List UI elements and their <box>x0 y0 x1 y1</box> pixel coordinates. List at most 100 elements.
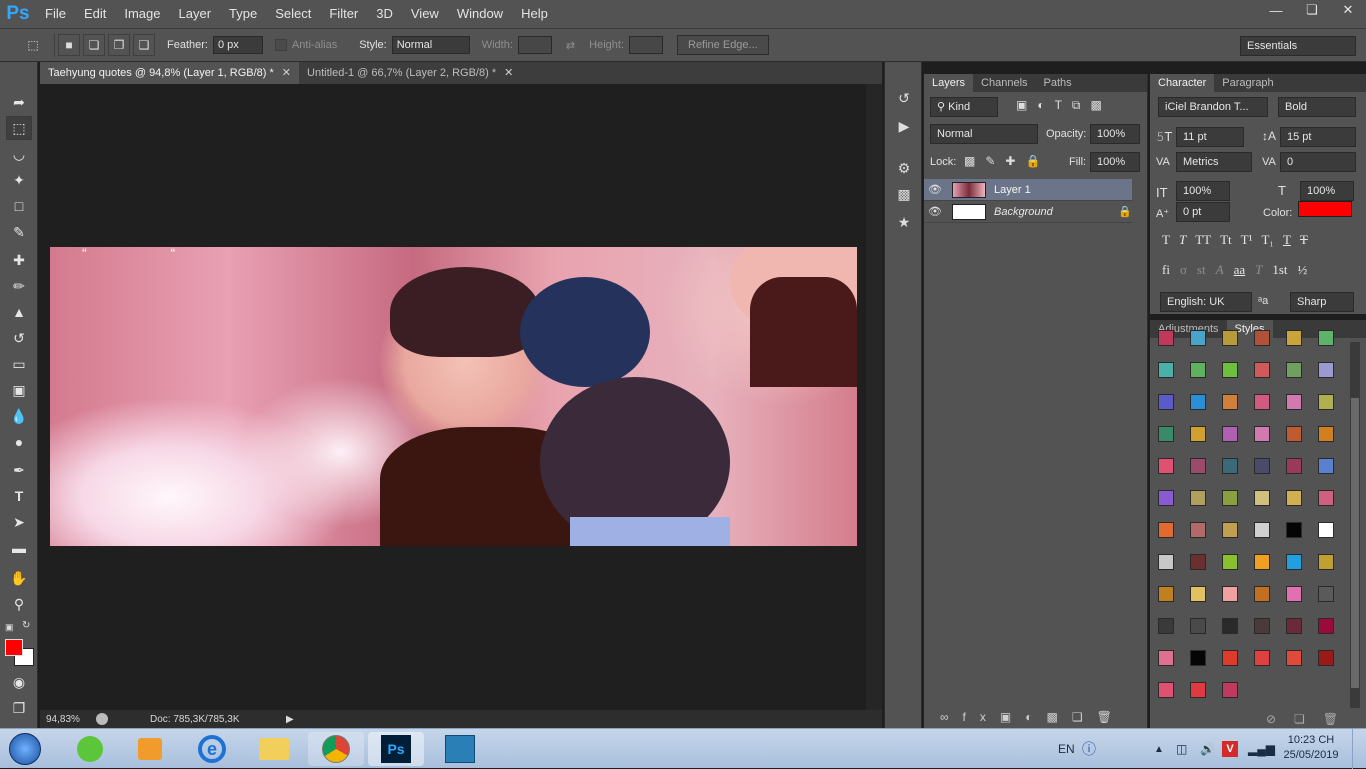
stylistic-alternates-button[interactable]: aa <box>1234 262 1246 278</box>
eraser-tool-icon[interactable]: ▭ <box>6 352 32 376</box>
subscript-button[interactable]: T₁ <box>1261 232 1273 248</box>
vertical-scrollbar[interactable] <box>866 84 882 710</box>
style-swatch[interactable] <box>1190 586 1206 602</box>
kerning-select[interactable]: Metrics <box>1176 152 1252 172</box>
style-swatch[interactable] <box>1254 522 1270 538</box>
style-swatch[interactable] <box>1254 394 1270 410</box>
styles-scrollbar[interactable] <box>1350 342 1360 708</box>
internet-explorer-icon[interactable]: e <box>184 732 240 766</box>
style-swatch[interactable] <box>1158 554 1174 570</box>
menu-file[interactable]: File <box>36 0 75 28</box>
style-swatch[interactable] <box>1222 682 1238 698</box>
quick-mask-icon[interactable]: ◉ <box>6 670 32 694</box>
screen-mode-icon[interactable]: ❐ <box>6 696 32 720</box>
lasso-tool-icon[interactable]: ◡ <box>6 142 32 166</box>
style-swatch[interactable] <box>1190 458 1206 474</box>
subtract-selection-icon[interactable]: ❐ <box>108 34 130 56</box>
volume-icon[interactable]: 🔊 <box>1200 729 1215 769</box>
marquee-tool-icon[interactable]: ⬚ <box>6 116 32 140</box>
style-swatch[interactable] <box>1190 330 1206 346</box>
style-swatch[interactable] <box>1254 490 1270 506</box>
path-selection-tool-icon[interactable]: ➤ <box>6 510 32 534</box>
style-swatch[interactable] <box>1222 330 1238 346</box>
blend-mode-select[interactable]: Normal <box>930 124 1038 144</box>
unikey-icon[interactable]: V <box>1222 729 1238 769</box>
marquee-tool-icon[interactable]: ⬚ <box>22 34 44 56</box>
layer-name[interactable]: Background <box>994 206 1053 218</box>
style-swatch[interactable] <box>1318 330 1334 346</box>
show-hidden-icons-icon[interactable]: ▲ <box>1154 729 1164 769</box>
brush-presets-icon[interactable]: ★ <box>892 210 916 234</box>
default-colors-icon[interactable]: ▣ <box>5 622 14 633</box>
style-swatch[interactable] <box>1286 458 1302 474</box>
menu-image[interactable]: Image <box>115 0 169 28</box>
file-explorer-icon[interactable] <box>246 732 302 766</box>
layer-footer-icons[interactable]: ∞fx▣◐▩❏🗑 <box>940 710 1126 724</box>
style-swatch[interactable] <box>1222 362 1238 378</box>
font-family-select[interactable]: iCiel Brandon T... <box>1158 97 1268 117</box>
swash-button[interactable]: st <box>1197 262 1206 278</box>
layer-row[interactable]: 👁 Background 🔒 <box>924 201 1132 223</box>
style-swatch[interactable] <box>1318 554 1334 570</box>
style-swatch[interactable] <box>1254 554 1270 570</box>
vertical-scale-input[interactable]: 100% <box>1176 181 1230 201</box>
style-swatch[interactable] <box>1254 586 1270 602</box>
menu-select[interactable]: Select <box>266 0 320 28</box>
swap-colors-icon[interactable]: ↻ <box>22 620 30 631</box>
style-swatch[interactable] <box>1286 522 1302 538</box>
underline-button[interactable]: T <box>1283 232 1291 248</box>
new-selection-icon[interactable]: ■ <box>58 34 80 56</box>
visibility-eye-icon[interactable]: 👁 <box>924 205 946 218</box>
style-swatch[interactable] <box>1190 490 1206 506</box>
style-swatch[interactable] <box>1254 458 1270 474</box>
style-swatch[interactable] <box>1222 650 1238 666</box>
font-style-select[interactable]: Bold <box>1278 97 1356 117</box>
style-swatch[interactable] <box>1318 426 1334 442</box>
style-swatch[interactable] <box>1190 650 1206 666</box>
help-icon[interactable]: ⓘ <box>1082 729 1096 769</box>
style-swatch[interactable] <box>1158 650 1174 666</box>
faux-italic-button[interactable]: T <box>1179 232 1186 248</box>
menu-filter[interactable]: Filter <box>320 0 367 28</box>
style-swatch[interactable] <box>1286 618 1302 634</box>
crop-tool-icon[interactable]: □ <box>6 194 32 218</box>
style-swatch[interactable] <box>1190 682 1206 698</box>
style-swatch[interactable] <box>1158 394 1174 410</box>
style-swatch[interactable] <box>1222 586 1238 602</box>
close-icon[interactable]: ✕ <box>282 67 291 79</box>
style-swatch[interactable] <box>1158 586 1174 602</box>
dodge-tool-icon[interactable]: ● <box>6 430 32 454</box>
styles-footer-icons[interactable]: ⊘❏🗑 <box>1266 712 1356 726</box>
style-swatch[interactable] <box>1254 618 1270 634</box>
signal-icon[interactable]: ▂▄▆ <box>1248 729 1275 769</box>
gradient-tool-icon[interactable]: ▣ <box>6 378 32 402</box>
style-swatch[interactable] <box>1318 458 1334 474</box>
language-select[interactable]: English: UK <box>1160 292 1252 312</box>
tab-paragraph[interactable]: Paragraph <box>1214 74 1281 92</box>
healing-brush-tool-icon[interactable]: ✚ <box>6 248 32 272</box>
quick-select-tool-icon[interactable]: ✦ <box>6 168 32 192</box>
horizontal-scale-input[interactable]: 100% <box>1300 181 1354 201</box>
start-button[interactable] <box>4 732 46 766</box>
style-swatch[interactable] <box>1222 458 1238 474</box>
antialias-checkbox[interactable] <box>274 39 287 51</box>
ligatures-button[interactable]: fi <box>1162 262 1170 278</box>
tab-layers[interactable]: Layers <box>924 74 974 92</box>
height-input[interactable] <box>629 36 663 54</box>
opacity-input[interactable]: 100% <box>1090 124 1140 144</box>
rectangle-tool-icon[interactable]: ▬ <box>6 536 32 560</box>
style-swatch[interactable] <box>1286 650 1302 666</box>
strikethrough-button[interactable]: T <box>1300 232 1308 248</box>
style-swatch[interactable] <box>1318 394 1334 410</box>
menu-help[interactable]: Help <box>512 0 557 28</box>
style-swatch[interactable] <box>1254 330 1270 346</box>
style-swatch[interactable] <box>1286 554 1302 570</box>
style-swatch[interactable] <box>1190 618 1206 634</box>
style-swatch[interactable] <box>1286 362 1302 378</box>
3d-icon[interactable]: ▩ <box>892 182 916 206</box>
add-selection-icon[interactable]: ❏ <box>83 34 105 56</box>
leading-input[interactable]: 15 pt <box>1280 127 1356 147</box>
status-menu-arrow-icon[interactable]: ▶ <box>286 714 294 725</box>
document-image[interactable]: “ “ <box>50 247 857 546</box>
style-swatch[interactable] <box>1158 490 1174 506</box>
